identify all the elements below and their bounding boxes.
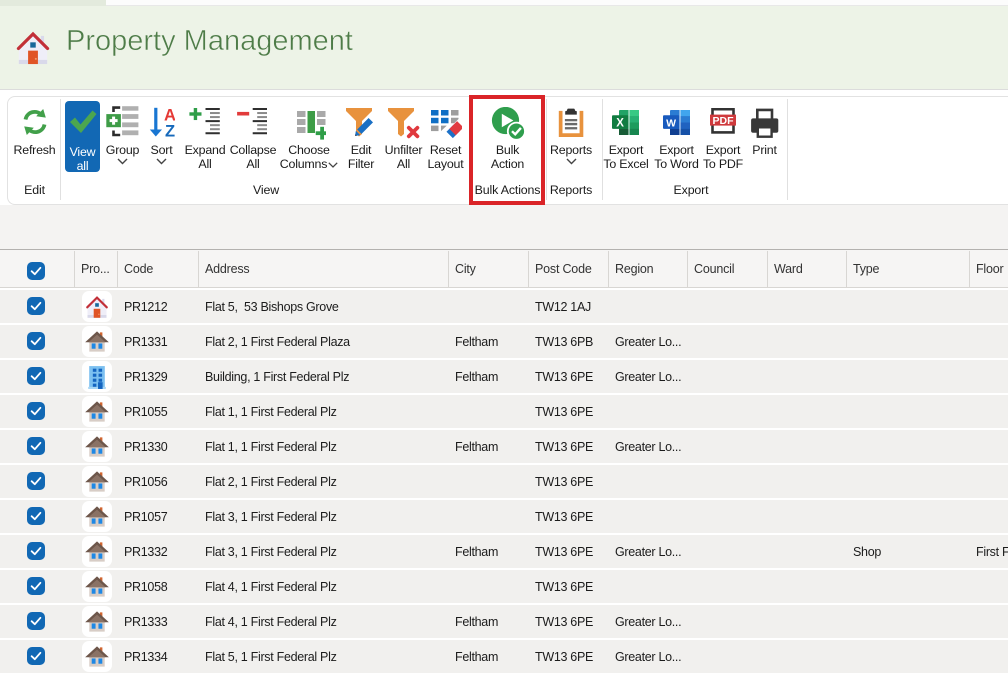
svg-text:X: X	[616, 118, 624, 130]
svg-text:W: W	[666, 117, 676, 129]
